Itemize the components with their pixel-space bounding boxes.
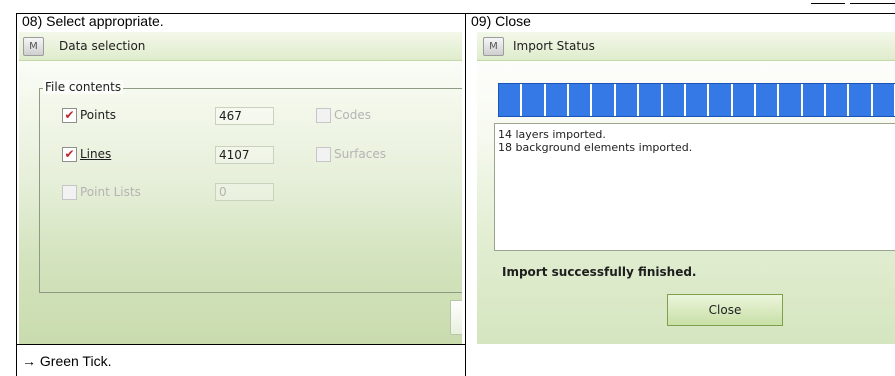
surfaces-checkbox (316, 147, 331, 162)
progress-segment (779, 84, 803, 116)
points-count-field: 467 (215, 107, 274, 125)
import-log: 14 layers imported. 18 background elemen… (494, 123, 895, 251)
point-lists-count-field: 0 (215, 183, 274, 201)
progress-segment (873, 84, 895, 116)
step-09-title: 09) Close (471, 13, 531, 29)
app-m-icon: M (23, 37, 44, 56)
data-selection-dialog: M Data selection File contents ✔ Points … (19, 32, 462, 344)
progress-segment (522, 84, 546, 116)
progress-segment (733, 84, 756, 116)
surfaces-label: Surfaces (334, 147, 386, 161)
cropped-link-2 (850, 0, 895, 4)
log-line: 18 background elements imported. (498, 141, 693, 154)
app-m-icon: M (483, 37, 504, 56)
progress-segment (592, 84, 616, 116)
progress-segment (756, 84, 780, 116)
dialog-titlebar: M Import Status (477, 32, 895, 61)
table-border-middle (465, 13, 466, 376)
table-border-left (16, 13, 17, 376)
lines-count-field: 4107 (215, 146, 274, 164)
progress-segment (616, 84, 640, 116)
codes-label: Codes (334, 108, 371, 122)
close-button[interactable]: Close (667, 294, 783, 326)
table-border-inner (16, 344, 466, 345)
cropped-header-links (811, 0, 895, 8)
progress-segment (639, 84, 663, 116)
lines-checkbox[interactable]: ✔ (62, 147, 77, 162)
dialog-title: Data selection (59, 39, 146, 53)
progress-segment (499, 84, 523, 116)
codes-checkbox (316, 108, 331, 123)
points-label: Points (80, 108, 117, 122)
file-contents-label: File contents (43, 80, 124, 94)
progress-segment (849, 84, 873, 116)
progress-segment (663, 84, 686, 116)
progress-segment (686, 84, 710, 116)
point-lists-checkbox (62, 185, 77, 200)
import-status-message: Import successfully finished. (502, 265, 697, 279)
step-08-title: 08) Select appropriate. (22, 13, 164, 29)
points-checkbox[interactable]: ✔ (62, 108, 77, 123)
point-lists-label: Point Lists (80, 185, 141, 199)
import-progress-bar (498, 83, 895, 117)
progress-segment (709, 84, 733, 116)
progress-segment (803, 84, 827, 116)
import-status-dialog: M Import Status 14 layers imported. 18 b… (477, 32, 895, 344)
log-line: 14 layers imported. (498, 128, 606, 141)
cropped-link-1 (811, 0, 845, 4)
cropped-ok-button[interactable] (450, 300, 462, 335)
progress-segment (546, 84, 570, 116)
progress-segment (826, 84, 850, 116)
dialog-title: Import Status (513, 39, 595, 53)
lines-label: Lines (80, 147, 112, 161)
dialog-titlebar: M Data selection (19, 32, 462, 61)
green-tick-note: → Green Tick. (22, 353, 112, 369)
progress-segment (569, 84, 593, 116)
